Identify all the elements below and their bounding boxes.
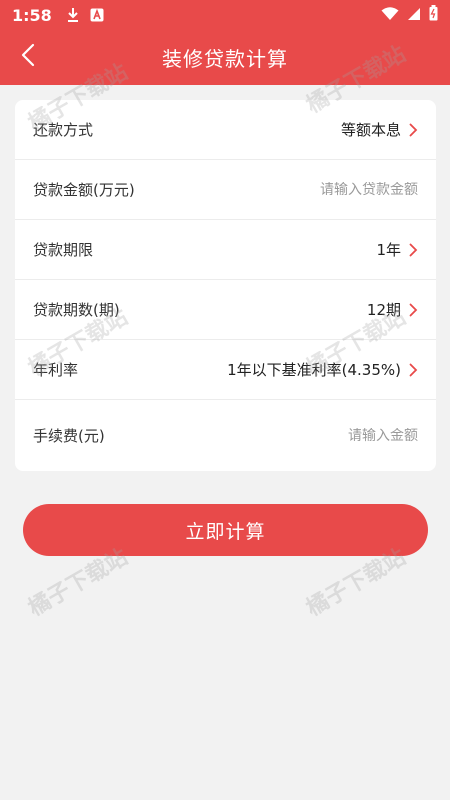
- loan-term-value: 1年: [376, 241, 401, 259]
- fee-input[interactable]: [218, 427, 418, 444]
- signal-icon: [407, 6, 421, 25]
- calculate-button[interactable]: 立即计算: [23, 504, 428, 556]
- loan-periods-value: 12期: [366, 301, 401, 319]
- fee-label: 手续费(元): [33, 427, 105, 445]
- repay-method-row[interactable]: 还款方式 等额本息: [15, 100, 436, 160]
- loan-periods-label: 贷款期数(期): [33, 301, 120, 319]
- loan-periods-select[interactable]: 12期: [367, 299, 418, 320]
- annual-rate-label: 年利率: [33, 361, 79, 379]
- loan-term-select[interactable]: 1年: [376, 239, 418, 260]
- chevron-right-icon: [409, 303, 418, 317]
- chevron-right-icon: [409, 363, 418, 377]
- status-bar: 1:58: [0, 0, 450, 30]
- annual-rate-value: 1年以下基准利率(4.35%): [227, 361, 401, 379]
- annual-rate-row[interactable]: 年利率 1年以下基准利率(4.35%): [15, 340, 436, 400]
- chevron-right-icon: [409, 123, 418, 137]
- repay-method-select[interactable]: 等额本息: [341, 119, 418, 140]
- repay-method-label: 还款方式: [33, 121, 94, 139]
- loan-term-row[interactable]: 贷款期限 1年: [15, 220, 436, 280]
- chevron-left-icon: [21, 43, 35, 71]
- back-button[interactable]: [14, 43, 42, 71]
- status-time: 1:58: [12, 5, 52, 25]
- download-icon: [66, 7, 80, 23]
- wifi-icon: [381, 6, 399, 25]
- nav-bar: 装修贷款计算: [0, 30, 450, 85]
- loan-term-label: 贷款期限: [33, 241, 94, 259]
- repay-method-value: 等额本息: [340, 121, 401, 139]
- loan-amount-row: 贷款金额(万元): [15, 160, 436, 220]
- chevron-right-icon: [409, 243, 418, 257]
- loan-periods-row[interactable]: 贷款期数(期) 12期: [15, 280, 436, 340]
- loan-amount-label: 贷款金额(万元): [33, 181, 135, 199]
- page-title: 装修贷款计算: [162, 47, 288, 71]
- fee-row: 手续费(元): [15, 400, 436, 471]
- app-notification-icon: [90, 8, 104, 22]
- annual-rate-select[interactable]: 1年以下基准利率(4.35%): [227, 359, 418, 380]
- loan-form-card: 还款方式 等额本息 贷款金额(万元) 贷款期限 1年 贷款期数(期) 12期: [15, 100, 436, 471]
- battery-icon: [429, 5, 438, 25]
- loan-amount-input[interactable]: [218, 181, 418, 198]
